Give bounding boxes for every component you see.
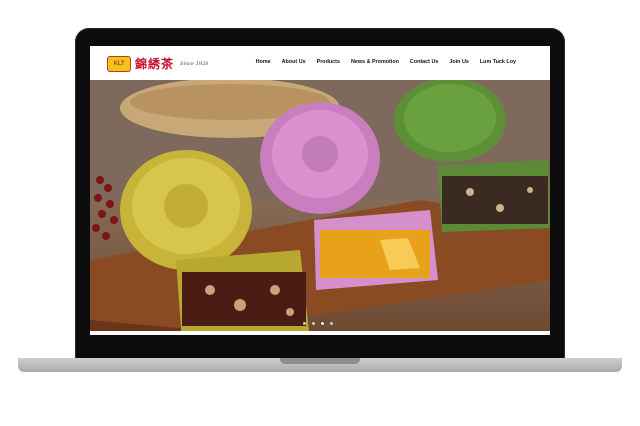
- logo-chinese-name: 錦綉茶: [135, 57, 175, 71]
- nav-item-news-promotion[interactable]: News & Promotion: [351, 59, 399, 65]
- carousel-dot-active[interactable]: [321, 322, 324, 325]
- laptop-notch: [280, 358, 360, 364]
- logo-since: Since 1928: [180, 60, 209, 67]
- nav-item-lum-tuck-loy[interactable]: Lum Tuck Loy: [480, 59, 516, 65]
- laptop-screen: KLT 錦綉茶 Since 1928 Home About Us Product…: [90, 46, 550, 335]
- hero-slide-image: [90, 80, 550, 331]
- nav-item-about-us[interactable]: About Us: [282, 59, 306, 65]
- brand-logo[interactable]: KLT 錦綉茶 Since 1928: [107, 55, 208, 72]
- carousel-dot[interactable]: [303, 322, 306, 325]
- carousel-dot[interactable]: [312, 322, 315, 325]
- site-header: KLT 錦綉茶 Since 1928 Home About Us Product…: [90, 46, 550, 80]
- nav-item-contact-us[interactable]: Contact Us: [410, 59, 438, 65]
- nav-item-products[interactable]: Products: [317, 59, 340, 65]
- carousel-dot[interactable]: [330, 322, 333, 325]
- mooncake-photo: [90, 80, 550, 331]
- nav-item-join-us[interactable]: Join Us: [449, 59, 468, 65]
- main-nav: Home About Us Products News & Promotion …: [256, 59, 516, 65]
- nav-item-home[interactable]: Home: [256, 59, 271, 65]
- carousel-dots: [303, 322, 333, 325]
- logo-badge: KLT: [107, 55, 131, 72]
